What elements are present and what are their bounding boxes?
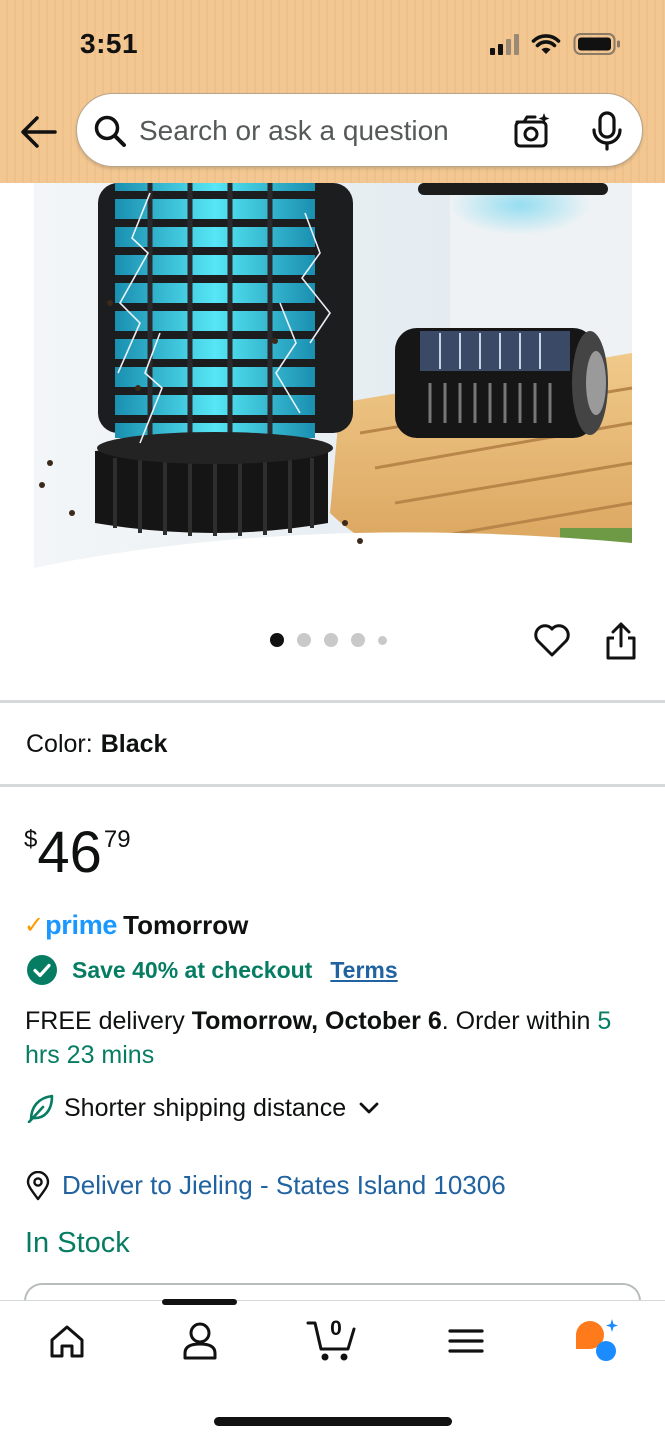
product-image[interactable] bbox=[0, 183, 665, 568]
camera-icon[interactable] bbox=[513, 112, 551, 150]
promo-row: Save 40% at checkout Terms bbox=[26, 954, 398, 986]
section-divider bbox=[0, 700, 665, 703]
menu-icon[interactable] bbox=[447, 1321, 485, 1361]
shipping-label: Shorter shipping distance bbox=[64, 1093, 347, 1122]
leaf-icon bbox=[27, 1094, 54, 1123]
prime-check-icon: ✓ bbox=[24, 912, 45, 939]
status-time: 3:51 bbox=[80, 28, 139, 59]
top-header: 3:51 bbox=[0, 0, 665, 183]
color-label: Color: bbox=[26, 730, 93, 758]
terms-link[interactable]: Terms bbox=[330, 957, 397, 984]
color-selector[interactable]: Color: Black bbox=[26, 730, 167, 759]
color-value: Black bbox=[100, 730, 168, 758]
rufus-icon[interactable] bbox=[572, 1317, 622, 1363]
price-symbol: $ bbox=[24, 826, 38, 853]
home-indicator bbox=[214, 1417, 452, 1426]
shipping-distance-toggle[interactable]: Shorter shipping distance bbox=[26, 1093, 380, 1123]
deliver-to-row[interactable]: Deliver to Jieling - States Island 10306 bbox=[26, 1170, 506, 1201]
prime-delivery-row: ✓ prime Tomorrow bbox=[24, 910, 248, 941]
price: $ 46 79 bbox=[24, 820, 131, 882]
carousel-dot-5[interactable] bbox=[378, 635, 387, 645]
product-photo bbox=[34, 183, 633, 568]
delivery-date: Tomorrow, October 6 bbox=[191, 1007, 442, 1035]
chevron-down-icon bbox=[359, 1102, 379, 1114]
section-divider bbox=[0, 784, 665, 787]
back-arrow-icon[interactable] bbox=[20, 114, 58, 150]
deliver-to-link[interactable]: Deliver to Jieling - States Island 10306 bbox=[62, 1170, 506, 1201]
prime-logo: prime bbox=[45, 910, 118, 940]
mic-icon[interactable] bbox=[591, 111, 623, 151]
heart-icon[interactable] bbox=[533, 622, 571, 658]
delivery-prefix: FREE delivery bbox=[25, 1007, 192, 1035]
bottom-nav: 0 bbox=[0, 1299, 665, 1440]
nav-active-indicator bbox=[162, 1299, 237, 1305]
search-input[interactable] bbox=[139, 112, 479, 150]
cart-count: 0 bbox=[330, 1317, 342, 1340]
carousel-dot-3[interactable] bbox=[324, 633, 338, 647]
carousel-dots[interactable] bbox=[270, 633, 387, 647]
carousel-dot-2[interactable] bbox=[297, 633, 311, 647]
carousel-dot-4[interactable] bbox=[351, 633, 365, 647]
location-pin-icon bbox=[26, 1170, 50, 1200]
carousel-dot-1[interactable] bbox=[270, 633, 284, 647]
delivery-middle: . Order within bbox=[441, 1007, 598, 1035]
home-icon[interactable] bbox=[47, 1321, 87, 1361]
cellular-signal-icon bbox=[490, 33, 519, 55]
prime-delivery-label: Tomorrow bbox=[123, 910, 249, 940]
promo-text: Save 40% at checkout bbox=[72, 956, 313, 983]
search-icon bbox=[94, 115, 126, 147]
status-bar: 3:51 bbox=[0, 0, 665, 90]
price-whole: 46 bbox=[37, 820, 102, 885]
status-icons bbox=[490, 32, 621, 56]
battery-icon bbox=[573, 33, 620, 55]
check-circle-icon bbox=[27, 955, 57, 985]
price-fraction: 79 bbox=[103, 826, 131, 853]
cart-button[interactable]: 0 bbox=[306, 1317, 358, 1363]
wifi-icon bbox=[531, 34, 561, 54]
share-icon[interactable] bbox=[604, 621, 638, 661]
stock-status: In Stock bbox=[25, 1227, 130, 1259]
profile-icon[interactable] bbox=[181, 1321, 219, 1361]
delivery-info: FREE delivery Tomorrow, October 6. Order… bbox=[25, 1004, 625, 1072]
search-bar[interactable] bbox=[76, 93, 643, 167]
